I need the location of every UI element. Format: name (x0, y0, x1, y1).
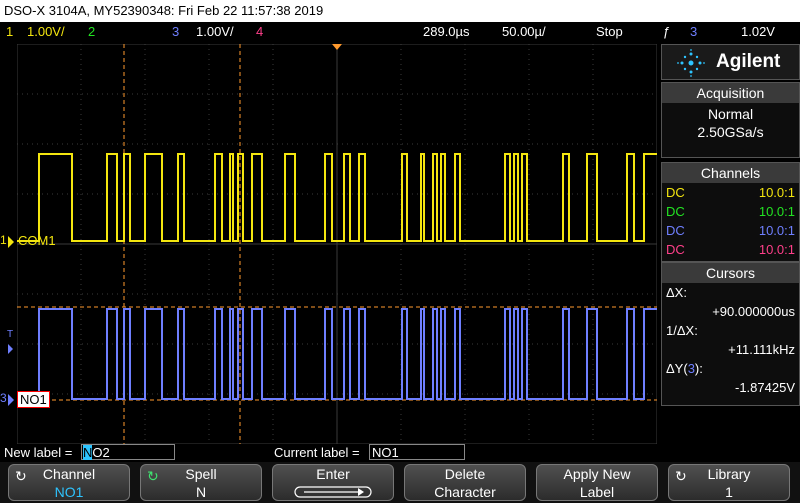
acquisition-box: Acquisition Normal 2.50GSa/s (661, 82, 800, 158)
current-label-field: NO1 (369, 444, 465, 460)
ch4-number[interactable]: 4 (256, 22, 263, 42)
sample-rate: 2.50GSa/s (697, 124, 764, 140)
enter-softkey[interactable]: Enter (272, 464, 394, 501)
trigger-level[interactable]: 1.02V (741, 22, 775, 42)
channel-row-2: DC 10.0:1 (662, 202, 799, 221)
cursors-header: Cursors (662, 263, 799, 283)
ch3-marker-label: 3 (0, 391, 7, 405)
trigger-edge-icon: ƒ (663, 24, 671, 39)
channel-softkey[interactable]: ↻ Channel NO1 (8, 464, 130, 501)
side-panel: Agilent Acquisition Normal 2.50GSa/s Cha… (661, 44, 800, 444)
channel-markers: 1 T 3 (0, 44, 17, 444)
delta-x-label: ΔX: (666, 285, 687, 300)
channel-row-1: DC 10.0:1 (662, 183, 799, 202)
new-label-caption: New label = (4, 445, 73, 460)
channel-probe-ratio: 10.0:1 (758, 204, 795, 219)
library-softkey[interactable]: ↻ Library 1 (668, 464, 790, 501)
inv-delta-x-label: 1/ΔX: (666, 323, 698, 338)
no1-label[interactable]: NO1 (17, 391, 50, 408)
channel-row-3: DC 10.0:1 (662, 221, 799, 240)
channel-coupling: DC (666, 223, 685, 238)
ch1-marker-label: 1 (0, 233, 7, 247)
softkey-bar: ↻ Channel NO1 ↻ Spell N Enter Delete Cha… (0, 462, 800, 503)
brand-name: Agilent (716, 51, 781, 72)
time-delay[interactable]: 289.0µs (423, 22, 470, 42)
delta-x-value: +90.000000us (712, 304, 795, 319)
ch1-number[interactable]: 1 (6, 22, 13, 42)
ch2-number[interactable]: 2 (88, 22, 95, 42)
delete-character-softkey[interactable]: Delete Character (404, 464, 526, 501)
ch3-number[interactable]: 3 (172, 22, 179, 42)
status-bar: 1 1.00V/ 2 3 1.00V/ 4 289.0µs 50.00µ/ St… (0, 22, 800, 42)
channel-row-4: DC 10.0:1 (662, 240, 799, 259)
timebase-scale[interactable]: 50.00µ/ (502, 22, 546, 42)
ch1-ground-marker-icon (8, 236, 14, 248)
channels-list: DC 10.0:1 DC 10.0:1 DC 10.0:1 DC 10.0:1 (662, 183, 799, 259)
channel-coupling: DC (666, 204, 685, 219)
brand-box: Agilent (661, 44, 800, 80)
channel-probe-ratio: 10.0:1 (758, 242, 795, 257)
ch1-scale[interactable]: 1.00V/ (27, 22, 65, 42)
com1-label[interactable]: COM1 (18, 233, 56, 248)
trigger-channel[interactable]: 3 (690, 22, 697, 42)
ch3-scale[interactable]: 1.00V/ (196, 22, 234, 42)
window-title: DSO-X 3104A, MY52390348: Fri Feb 22 11:5… (0, 0, 800, 22)
trigger-position-marker-icon (332, 44, 342, 50)
trigger-level-marker-icon (8, 344, 13, 354)
channel-probe-ratio: 10.0:1 (758, 223, 795, 238)
label-editor-bar: New label = NO2 Current label = NO1 (0, 444, 800, 462)
channel-coupling: DC (666, 242, 685, 257)
new-label-field[interactable]: NO2 (81, 444, 175, 460)
enter-arrow-icon (294, 486, 372, 498)
ch3-ground-marker-icon (8, 394, 14, 406)
channels-box: Channels DC 10.0:1 DC 10.0:1 DC 10.0:1 DC 10.0:… (661, 162, 800, 262)
current-label-caption: Current label = (274, 445, 360, 460)
graticule (17, 44, 657, 444)
apply-new-label-softkey[interactable]: Apply New Label (536, 464, 658, 501)
spell-softkey[interactable]: ↻ Spell N (140, 464, 262, 501)
channel-coupling: DC (666, 185, 685, 200)
acquisition-mode: Normal (707, 106, 754, 122)
delta-y-label: ΔY(3): (666, 361, 703, 376)
text-cursor: N (83, 445, 93, 460)
channel-probe-ratio: 10.0:1 (758, 185, 795, 200)
trigger-marker-label: T (7, 329, 14, 340)
run-state[interactable]: Stop (596, 22, 623, 42)
agilent-spark-icon (677, 49, 705, 77)
waveform-display[interactable]: COM1 NO1 (17, 44, 657, 444)
delta-y-value: -1.87425V (735, 380, 795, 395)
acquisition-header: Acquisition (662, 83, 799, 103)
channels-header: Channels (662, 163, 799, 183)
cursors-box: Cursors ΔX: +90.000000us 1/ΔX: +11.111kH… (661, 262, 800, 406)
inv-delta-x-value: +11.111kHz (728, 342, 795, 357)
